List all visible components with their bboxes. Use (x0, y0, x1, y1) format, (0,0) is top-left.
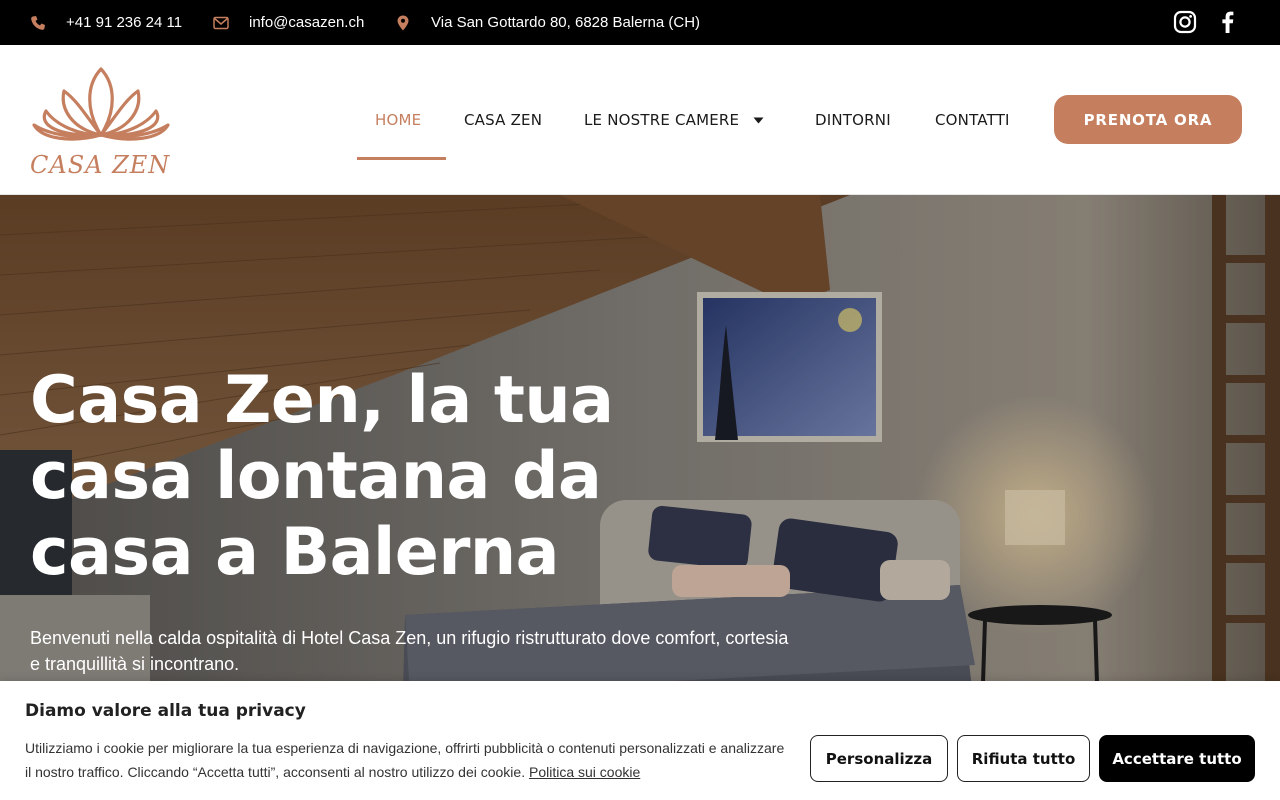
site-logo[interactable]: CASA ZEN (28, 63, 174, 179)
phone-number: +41 91 236 24 11 (66, 14, 183, 31)
cookie-banner-title: Diamo valore alla tua privacy (25, 701, 306, 721)
cookie-banner: Diamo valore alla tua privacy Utilizziam… (0, 681, 1280, 800)
hero-subtitle: Benvenuti nella calda ospitalità di Hote… (30, 628, 789, 674)
address-contact[interactable]: Via San Gottardo 80, 6828 Balerna (CH) (397, 0, 700, 45)
customize-cookies-button[interactable]: Personalizza (810, 735, 948, 782)
lotus-logo-icon (32, 67, 170, 141)
phone-contact[interactable]: +41 91 236 24 11 (30, 0, 182, 45)
instagram-icon[interactable] (1173, 10, 1197, 34)
nav-le-nostre-camere-label: LE NOSTRE CAMERE (584, 111, 740, 129)
hero-title: Casa Zen, la tua casa lontana da casa a … (30, 363, 614, 590)
facebook-icon[interactable] (1216, 10, 1240, 34)
cookie-description: Utilizziamo i cookie per migliorare la t… (25, 740, 785, 780)
nav-le-nostre-camere[interactable]: LE NOSTRE CAMERE (584, 45, 764, 195)
caret-down-icon (753, 117, 764, 124)
nav-contatti[interactable]: CONTATTI (935, 45, 1010, 195)
top-bar: +41 91 236 24 11 info@casazen.ch Via San… (0, 0, 1280, 45)
nav-active-indicator (357, 157, 446, 160)
email-address: info@casazen.ch (249, 14, 365, 31)
accept-all-cookies-button[interactable]: Accettare tutto (1099, 735, 1255, 782)
nav-dintorni[interactable]: DINTORNI (815, 45, 891, 195)
cookie-banner-text: Utilizziamo i cookie per migliorare la t… (25, 736, 785, 784)
cookie-policy-link[interactable]: Politica sui cookie (529, 764, 640, 780)
site-header: CASA ZEN HOME CASA ZEN LE NOSTRE CAMERE … (0, 45, 1280, 195)
envelope-icon (213, 16, 229, 30)
nav-casa-zen[interactable]: CASA ZEN (464, 45, 542, 195)
reject-all-cookies-button[interactable]: Rifiuta tutto (957, 735, 1090, 782)
nav-home[interactable]: HOME (375, 45, 421, 195)
logo-text: CASA ZEN (30, 151, 171, 179)
email-contact[interactable]: info@casazen.ch (213, 0, 364, 45)
phone-icon (30, 15, 46, 31)
book-now-button[interactable]: PRENOTA ORA (1054, 95, 1242, 144)
address-text: Via San Gottardo 80, 6828 Balerna (CH) (431, 14, 701, 31)
map-marker-icon (397, 15, 409, 31)
